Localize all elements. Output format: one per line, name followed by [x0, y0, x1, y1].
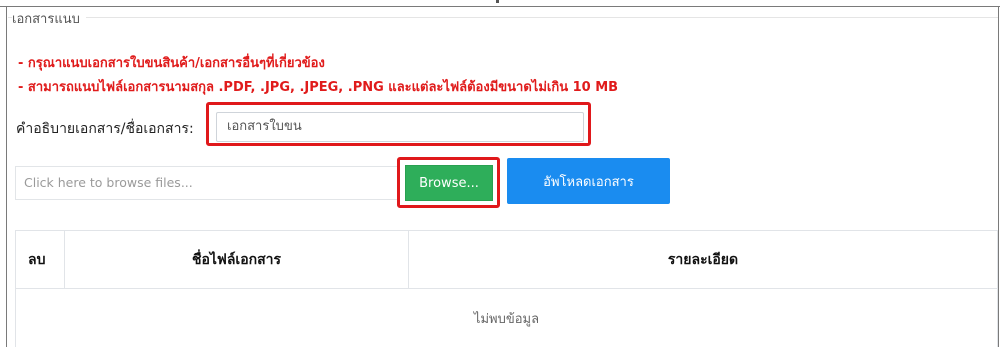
attachments-table: ลบ ชื่อไฟล์เอกสาร รายละเอียด ไม่พบข้อมูล: [15, 230, 998, 347]
panel-border-top: [0, 6, 1000, 7]
column-header-filename: ชื่อไฟล์เอกสาร: [65, 231, 409, 288]
window-top-mark: [496, 0, 499, 3]
column-header-delete: ลบ: [16, 231, 65, 288]
instruction-note-2: - สามารถแนบไฟล์เอกสารนามสกุล .PDF, .JPG,…: [18, 80, 619, 95]
panel-border-right: [998, 6, 999, 347]
instruction-note-1: - กรุณาแนบเอกสารใบขนสินค้า/เอกสารอื่นๆที…: [18, 56, 325, 71]
table-header-row: ลบ ชื่อไฟล์เอกสาร รายละเอียด: [16, 231, 997, 289]
column-header-details: รายละเอียด: [667, 251, 739, 268]
highlight-box-description: [206, 102, 591, 146]
table-empty-message: ไม่พบข้อมูล: [473, 311, 540, 327]
file-path-input[interactable]: Click here to browse files...: [15, 166, 399, 200]
fieldset-divider: [8, 17, 998, 18]
description-label: คำอธิบายเอกสาร/ชื่อเอกสาร:: [16, 121, 194, 137]
attachments-legend: เอกสารแนบ: [12, 8, 86, 29]
upload-document-button[interactable]: อัพโหลดเอกสาร: [507, 158, 670, 204]
highlight-box-browse: [397, 157, 500, 208]
panel-border-left: [6, 6, 7, 347]
